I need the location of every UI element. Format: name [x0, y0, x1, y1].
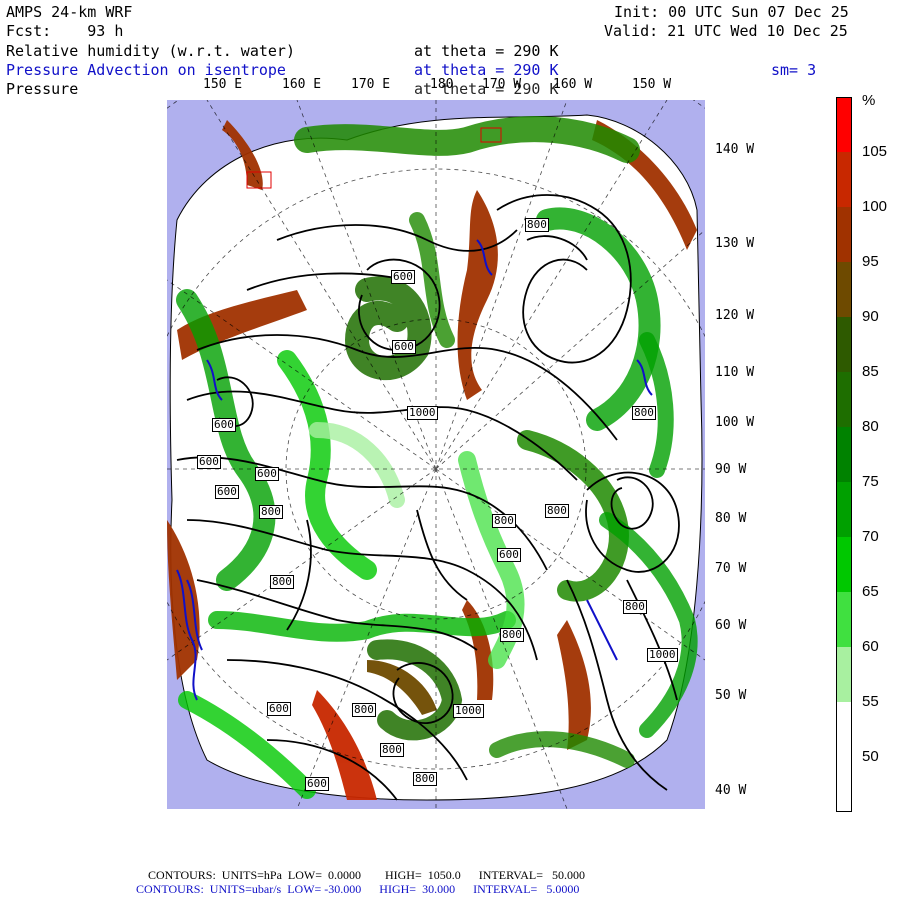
colorbar [836, 97, 852, 812]
lon-label-top: 170 E [351, 77, 391, 92]
colorbar-tick-label: 85 [862, 363, 879, 380]
field1-level: at theta = 290 K [414, 42, 559, 60]
colorbar-segment [836, 317, 852, 372]
lon-label-right: 130 W [715, 236, 755, 251]
field2-smoothing: sm= 3 [771, 61, 817, 79]
colorbar-segment [836, 482, 852, 537]
init-time: Init: 00 UTC Sun 07 Dec 25 [614, 3, 849, 21]
colorbar-tick-label: 55 [862, 693, 879, 710]
contour-label: 1000 [407, 406, 438, 420]
lon-label-top: 170 W [482, 77, 522, 92]
footer-contours-advection: CONTOURS: UNITS=ubar/s LOW= -30.000 HIGH… [136, 882, 580, 896]
lon-label-right: 140 W [715, 142, 755, 157]
colorbar-segment [836, 152, 852, 207]
colorbar-segment [836, 427, 852, 482]
lon-label-top: 160 E [282, 77, 322, 92]
colorbar-tick-label: 50 [862, 748, 879, 765]
contour-label: 600 [255, 467, 279, 481]
lon-label-right: 50 W [715, 688, 747, 703]
colorbar-segment [836, 207, 852, 262]
lon-label-right: 100 W [715, 415, 755, 430]
field1-title: Relative humidity (w.r.t. water) [6, 42, 295, 60]
lon-label-top: 160 W [553, 77, 593, 92]
colorbar-segment [836, 592, 852, 647]
model-title: AMPS 24-km WRF [6, 3, 133, 21]
contour-label: 800 [632, 406, 656, 420]
colorbar-tick-label: 100 [862, 198, 888, 215]
contour-label: 600 [391, 270, 415, 284]
lon-label-top: 150 W [632, 77, 672, 92]
lon-label-top: 180 [430, 77, 454, 92]
contour-label: 800 [380, 743, 404, 757]
colorbar-unit: % [862, 92, 876, 109]
colorbar-segment [836, 537, 852, 592]
contour-label: 600 [267, 702, 291, 716]
lon-label-top: 150 E [203, 77, 243, 92]
colorbar-segment [836, 647, 852, 702]
colorbar-tick-label: 95 [862, 253, 879, 270]
map-panel: 800 600 600 800 600 600 600 800 600 800 … [167, 100, 705, 809]
contour-label: 600 [392, 340, 416, 354]
colorbar-tick-label: 90 [862, 308, 879, 325]
contour-label: 600 [305, 777, 329, 791]
colorbar-segment [836, 757, 852, 812]
lon-label-right: 120 W [715, 308, 755, 323]
contour-label: 800 [259, 505, 283, 519]
contour-label: 800 [500, 628, 524, 642]
contour-label: 600 [197, 455, 221, 469]
lon-label-right: 80 W [715, 511, 747, 526]
colorbar-tick-label: 105 [862, 143, 888, 160]
map-canvas [167, 100, 705, 809]
contour-label: 800 [492, 514, 516, 528]
lon-label-right: 70 W [715, 561, 747, 576]
contour-label: 800 [545, 504, 569, 518]
lon-label-right: 40 W [715, 783, 747, 798]
contour-label: 800 [525, 218, 549, 232]
field3-title: Pressure [6, 80, 79, 98]
contour-label: 800 [352, 703, 376, 717]
contour-label: 800 [270, 575, 294, 589]
colorbar-segment [836, 97, 852, 152]
footer-contours-pressure: CONTOURS: UNITS=hPa LOW= 0.0000 HIGH= 10… [148, 868, 585, 882]
field2-title: Pressure Advection on isentrope [6, 61, 286, 79]
colorbar-segment [836, 702, 852, 757]
colorbar-tick-label: 80 [862, 418, 879, 435]
contour-label: 1000 [647, 648, 678, 662]
forecast-hour: Fcst: 93 h [6, 22, 124, 40]
valid-time: Valid: 21 UTC Wed 10 Dec 25 [604, 22, 848, 40]
lon-label-right: 90 W [715, 462, 747, 477]
contour-label: 600 [212, 418, 236, 432]
colorbar-tick-label: 60 [862, 638, 879, 655]
colorbar-segment [836, 262, 852, 317]
lon-label-right: 110 W [715, 365, 755, 380]
colorbar-segment [836, 372, 852, 427]
colorbar-tick-label: 75 [862, 473, 879, 490]
contour-label: 800 [623, 600, 647, 614]
contour-label: 600 [497, 548, 521, 562]
contour-label: 800 [413, 772, 437, 786]
contour-label: 600 [215, 485, 239, 499]
colorbar-tick-label: 65 [862, 583, 879, 600]
colorbar-tick-label: 70 [862, 528, 879, 545]
lon-label-right: 60 W [715, 618, 747, 633]
contour-label: 1000 [453, 704, 484, 718]
